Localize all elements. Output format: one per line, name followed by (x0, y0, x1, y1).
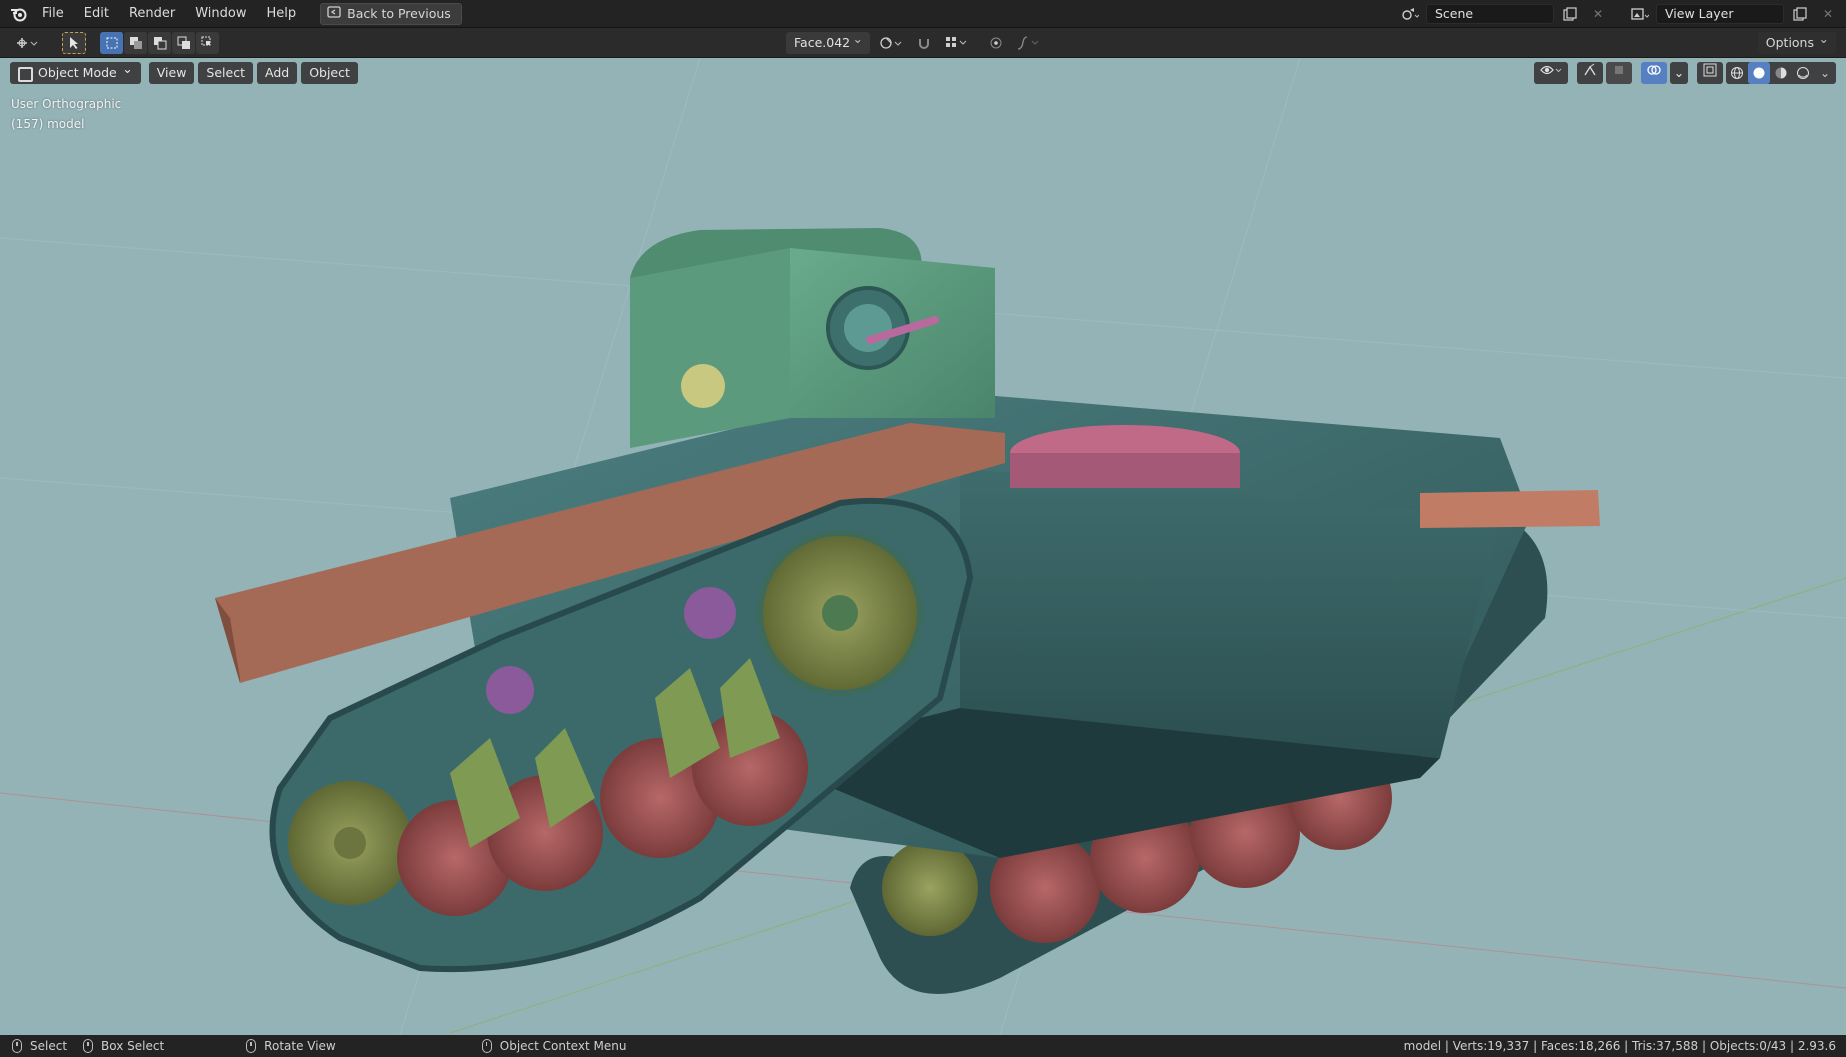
back-to-previous-button[interactable]: Back to Previous (320, 2, 462, 25)
view-projection-label: User Orthographic (11, 97, 122, 111)
select-intersect-icon[interactable] (196, 31, 220, 54)
top-menu-bar: File Edit Render Window Help Back to Pre… (0, 0, 1846, 28)
shading-icons: ⌄ (1726, 62, 1836, 84)
visibility-icon[interactable] (1534, 62, 1568, 84)
wireframe-shading-icon[interactable] (1726, 62, 1748, 84)
scene-selector: Scene ✕ (1398, 4, 1610, 24)
mouse-left-icon (12, 1039, 22, 1053)
view-menu[interactable]: View (148, 62, 195, 84)
workspace-selectors: Scene ✕ View Layer ✕ (1398, 0, 1846, 28)
active-mesh-dropdown[interactable]: Face.042 (786, 28, 870, 54)
status-box-select-label: Box Select (101, 1039, 165, 1053)
menu-render[interactable]: Render (119, 3, 185, 25)
menu-edit[interactable]: Edit (74, 3, 119, 25)
new-view-layer-icon[interactable] (1788, 4, 1812, 24)
status-context-menu-label: Object Context Menu (499, 1039, 627, 1053)
view-layer-selector: View Layer ✕ (1628, 4, 1840, 24)
transform-tools: Face.042 (786, 28, 1044, 54)
select-menu[interactable]: Select (198, 62, 253, 84)
delete-scene-icon[interactable]: ✕ (1586, 4, 1610, 24)
tool-header: Face.042 Options (0, 28, 1846, 58)
blender-logo-icon[interactable] (6, 0, 32, 28)
scene-statistics: model | Verts:19,337 | Faces:18,266 | Tr… (1403, 1039, 1836, 1053)
back-to-previous-label: Back to Previous (347, 6, 451, 21)
object-menu[interactable]: Object (301, 62, 358, 84)
gizmo-icon[interactable] (1577, 62, 1603, 84)
viewport-info: User Orthographic (157) model (11, 94, 121, 134)
active-object-label: (157) model (11, 117, 85, 131)
object-mode-dropdown[interactable]: Object Mode (10, 58, 141, 84)
add-menu[interactable]: Add (256, 62, 298, 84)
menu-window[interactable]: Window (185, 3, 256, 25)
select-extend-icon[interactable] (124, 31, 148, 54)
turret (630, 228, 995, 448)
new-scene-icon[interactable] (1558, 4, 1582, 24)
options-dropdown[interactable]: Options (1757, 28, 1836, 54)
engine-hatch (1010, 425, 1240, 488)
back-icon (327, 6, 341, 21)
status-rotate-view: Rotate View (246, 1039, 336, 1053)
mouse-middle-icon (246, 1039, 257, 1053)
tank-model-render (0, 58, 1846, 1035)
editor-type-icon[interactable] (10, 32, 44, 54)
status-box-select: Box Select (83, 1039, 164, 1053)
3d-viewport[interactable]: Object Mode View Select Add Object User … (0, 58, 1846, 1035)
mouse-right-icon (481, 1039, 492, 1053)
pivot-icon[interactable] (876, 32, 906, 54)
solid-shading-icon[interactable] (1748, 62, 1770, 84)
scene-name-field[interactable]: Scene (1426, 4, 1554, 24)
select-subtract-icon[interactable] (148, 31, 172, 54)
viewport-header: Object Mode View Select Add Object (10, 58, 358, 84)
select-mode-icons (100, 31, 220, 54)
select-cursor-icon[interactable] (62, 31, 86, 54)
select-new-icon[interactable] (100, 31, 124, 54)
snap-toggle-icon[interactable] (912, 32, 936, 54)
shading-dropdown-icon[interactable]: ⌄ (1814, 62, 1836, 84)
status-context-menu: Object Context Menu (481, 1039, 627, 1053)
material-shading-icon[interactable] (1770, 62, 1792, 84)
falloff-icon[interactable] (1014, 32, 1044, 54)
overlay-icon[interactable] (1641, 62, 1667, 84)
proportional-icon[interactable] (984, 32, 1008, 54)
menu-file[interactable]: File (32, 3, 74, 25)
scene-browse-icon[interactable] (1398, 4, 1422, 24)
select-invert-icon[interactable] (172, 31, 196, 54)
delete-view-layer-icon[interactable]: ✕ (1816, 4, 1840, 24)
view-layer-name-field[interactable]: View Layer (1656, 4, 1784, 24)
status-rotate-view-label: Rotate View (264, 1039, 336, 1053)
status-bar: Select Box Select Rotate View Object Con… (0, 1035, 1846, 1057)
gizmo-toggle-icon[interactable] (1606, 62, 1632, 84)
view-layer-browse-icon[interactable] (1628, 4, 1652, 24)
status-select-label: Select (30, 1039, 68, 1053)
snap-icon[interactable] (942, 32, 972, 54)
xray-icon[interactable] (1697, 62, 1723, 84)
menu-help[interactable]: Help (257, 3, 307, 25)
viewport-display-controls: ⌄ ⌄ (1534, 62, 1836, 84)
mouse-drag-icon (83, 1039, 94, 1053)
rendered-shading-icon[interactable] (1792, 62, 1814, 84)
overlay-dropdown-icon[interactable]: ⌄ (1670, 62, 1688, 84)
status-select: Select (12, 1039, 67, 1053)
